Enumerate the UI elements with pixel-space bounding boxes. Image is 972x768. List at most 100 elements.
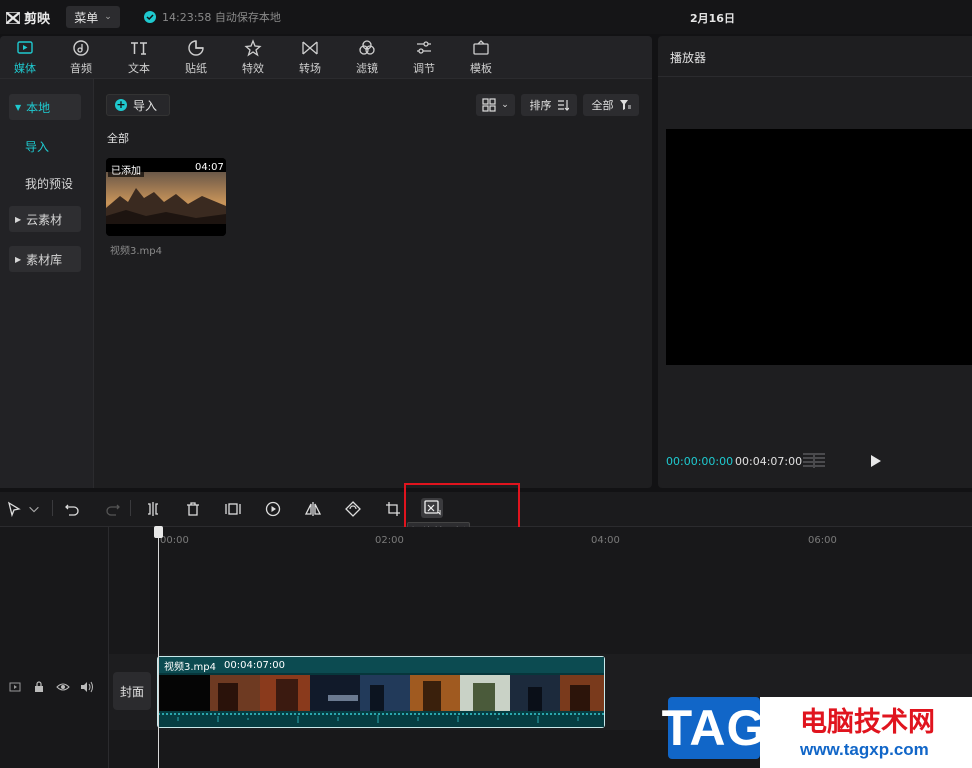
volume-icon[interactable]	[80, 680, 94, 694]
sort-button[interactable]: 排序	[521, 94, 577, 116]
divider	[52, 500, 53, 516]
tab-text[interactable]: 文本	[114, 39, 164, 77]
chevron-down-icon: ⌄	[104, 12, 112, 22]
project-date: 2月16日	[690, 12, 735, 25]
sidebar-item-local[interactable]: ▼ 本地	[9, 94, 81, 120]
total-timecode: 00:04:07:00	[735, 455, 803, 468]
filmstrip-frames-image	[158, 675, 604, 711]
chevron-down-icon[interactable]	[27, 500, 41, 518]
added-badge: 已添加	[108, 162, 144, 177]
sidebar-item-label: 云素材	[26, 212, 63, 227]
time-tick: 02:00	[375, 535, 404, 546]
tab-media[interactable]: 媒体	[0, 39, 50, 77]
sidebar-item-cloud[interactable]: ▶ 云素材	[9, 206, 81, 232]
sidebar-item-label: 本地	[26, 100, 51, 115]
media-duration: 04:07	[195, 162, 224, 173]
cover-button[interactable]: 封面	[113, 672, 151, 710]
time-tick: 00:00	[160, 535, 189, 546]
view-mode-button[interactable]: ⌄	[476, 94, 515, 116]
rotate-icon[interactable]	[344, 500, 362, 518]
adjust-icon	[417, 41, 431, 54]
caret-right-icon: ▶	[15, 214, 22, 224]
media-icon	[17, 41, 33, 54]
check-circle-icon	[144, 11, 156, 23]
player-viewport[interactable]	[666, 129, 972, 365]
select-cursor-icon[interactable]	[5, 500, 23, 518]
clip-header: 视频3.mp4 00:04:07:00	[158, 657, 604, 673]
save-status-text: 14:23:58 自动保存本地	[162, 11, 281, 24]
clip-duration: 00:04:07:00	[224, 659, 286, 671]
filter-label: 全部	[591, 99, 614, 112]
watermark-logo: TAG	[662, 697, 765, 759]
split-icon[interactable]	[144, 500, 162, 518]
menu-button[interactable]: 菜单 ⌄	[66, 6, 120, 28]
import-label: 导入	[133, 98, 158, 113]
category-tabs: 媒体 音频 文本 贴纸 特效 转场 滤镜 调节 模板	[0, 36, 652, 79]
sidebar-item-import[interactable]: 导入	[25, 138, 49, 155]
media-filename: 视频3.mp4	[110, 246, 162, 257]
playhead[interactable]	[158, 530, 159, 768]
eye-icon[interactable]	[56, 680, 70, 694]
capcut-logo-icon	[6, 11, 20, 24]
audio-icon	[73, 40, 89, 56]
tab-sticker[interactable]: 贴纸	[171, 39, 221, 77]
tab-transition[interactable]: 转场	[285, 39, 335, 77]
tab-effects[interactable]: 特效	[228, 39, 278, 77]
tab-filter[interactable]: 滤镜	[342, 39, 392, 77]
app-name: 剪映	[24, 12, 51, 27]
caret-down-icon: ▼	[15, 102, 22, 112]
chevron-down-icon: ⌄	[501, 100, 509, 110]
watermark-url: www.tagxp.com	[800, 740, 929, 759]
tab-label: 滤镜	[356, 62, 378, 75]
sticker-icon	[188, 40, 204, 56]
frame-grid-icon[interactable]	[803, 453, 825, 471]
tab-label: 媒体	[14, 62, 36, 75]
video-track-icon	[8, 680, 22, 694]
sidebar-item-label: 素材库	[26, 252, 63, 267]
menu-label: 菜单	[74, 10, 99, 25]
lock-icon[interactable]	[32, 680, 46, 694]
clip-audio-waveform	[158, 711, 604, 727]
filter-icon	[359, 40, 375, 55]
tab-adjust[interactable]: 调节	[399, 39, 449, 77]
app-logo: 剪映	[6, 8, 50, 27]
transition-icon	[302, 41, 318, 55]
tab-audio[interactable]: 音频	[56, 39, 106, 77]
grid-view-icon	[482, 98, 496, 112]
reverse-play-icon[interactable]	[264, 500, 282, 518]
redo-icon[interactable]	[104, 500, 122, 518]
mirror-icon[interactable]	[304, 500, 322, 518]
freeze-frame-icon[interactable]	[224, 500, 242, 518]
sort-label: 排序	[529, 99, 552, 112]
sidebar-item-my-presets[interactable]: 我的预设	[25, 175, 73, 192]
caret-right-icon: ▶	[15, 254, 22, 264]
save-status: 14:23:58 自动保存本地	[144, 9, 281, 25]
tab-label: 模板	[470, 62, 492, 75]
track-controls	[8, 680, 94, 694]
filter-funnel-icon	[619, 100, 631, 110]
plus-icon: +	[115, 98, 127, 111]
effects-icon	[244, 39, 262, 57]
template-icon	[473, 40, 489, 55]
section-label: 全部	[107, 132, 129, 145]
tab-label: 贴纸	[185, 62, 207, 75]
time-tick: 04:00	[591, 535, 620, 546]
watermark-site-name: 电脑技术网	[800, 707, 935, 738]
time-ruler[interactable]: 00:00 02:00 04:00 06:00	[109, 527, 972, 546]
track-header-column	[0, 527, 109, 768]
playhead-handle[interactable]	[154, 526, 163, 538]
divider	[130, 500, 131, 516]
filter-all-button[interactable]: 全部	[583, 94, 639, 116]
tab-label: 调节	[413, 62, 435, 75]
delete-icon[interactable]	[184, 500, 202, 518]
current-timecode: 00:00:00:00	[666, 455, 734, 468]
tab-label: 文本	[128, 62, 150, 75]
tab-label: 特效	[242, 62, 264, 75]
crop-icon[interactable]	[384, 500, 402, 518]
play-icon[interactable]	[870, 454, 882, 471]
tab-template[interactable]: 模板	[456, 39, 506, 77]
undo-icon[interactable]	[63, 500, 81, 518]
import-button[interactable]: + 导入	[106, 94, 170, 116]
sidebar-item-library[interactable]: ▶ 素材库	[9, 246, 81, 272]
tab-label: 音频	[70, 62, 92, 75]
